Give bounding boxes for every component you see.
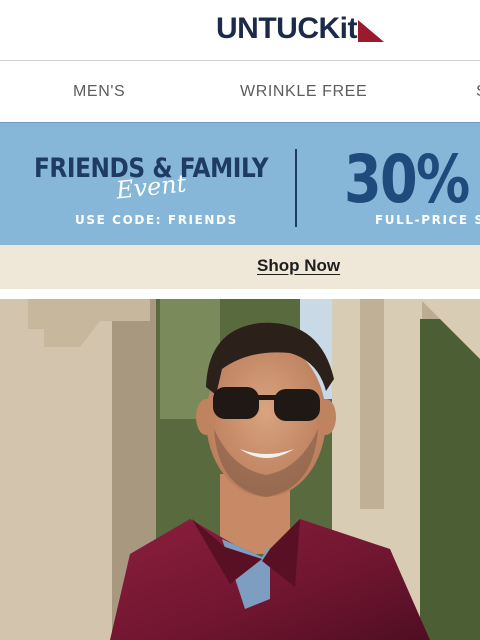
hero-photo bbox=[0, 299, 480, 640]
brand-logo-text: UNTUCKit bbox=[216, 12, 357, 45]
nav-item-wrinkle-free[interactable]: WRINKLE FREE bbox=[240, 83, 367, 101]
promo-banner[interactable]: FRIENDS & FAMILY Event USE CODE: FRIENDS… bbox=[0, 122, 480, 246]
promo-code: USE CODE: FRIENDS bbox=[75, 213, 238, 227]
shop-now-link[interactable]: Shop Now bbox=[257, 256, 340, 276]
nav-item-mens[interactable]: MEN'S bbox=[73, 83, 125, 101]
shop-now-bar: Shop Now bbox=[0, 245, 480, 289]
nav-item-truncated[interactable]: S bbox=[476, 83, 480, 101]
promo-divider bbox=[295, 149, 297, 227]
brand-logo[interactable]: UNTUCKit bbox=[216, 12, 384, 46]
promo-discount-note: FULL-PRICE ST bbox=[375, 213, 480, 227]
top-nav: MEN'S WRINKLE FREE S bbox=[0, 61, 480, 122]
promo-event-script: Event bbox=[114, 169, 188, 205]
promo-discount: 30% O bbox=[344, 141, 480, 218]
hero-image[interactable] bbox=[0, 299, 480, 640]
header: UNTUCKit bbox=[0, 0, 480, 61]
logo-flag-icon bbox=[357, 20, 384, 42]
